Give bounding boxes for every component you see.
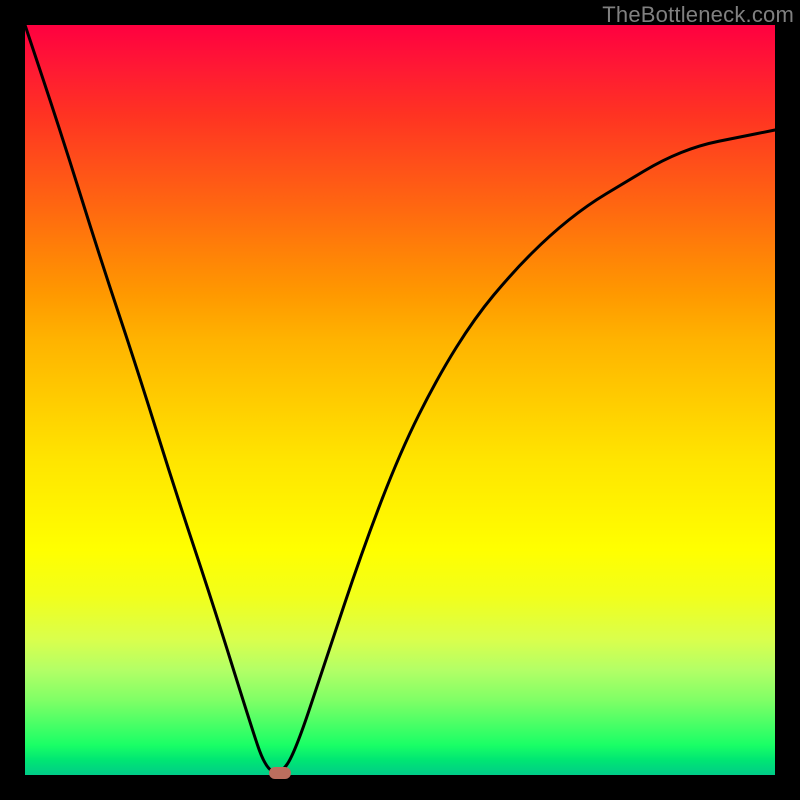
minimum-marker bbox=[269, 767, 291, 779]
chart-frame: TheBottleneck.com bbox=[0, 0, 800, 800]
watermark-text: TheBottleneck.com bbox=[602, 2, 794, 28]
bottleneck-curve bbox=[25, 25, 775, 775]
